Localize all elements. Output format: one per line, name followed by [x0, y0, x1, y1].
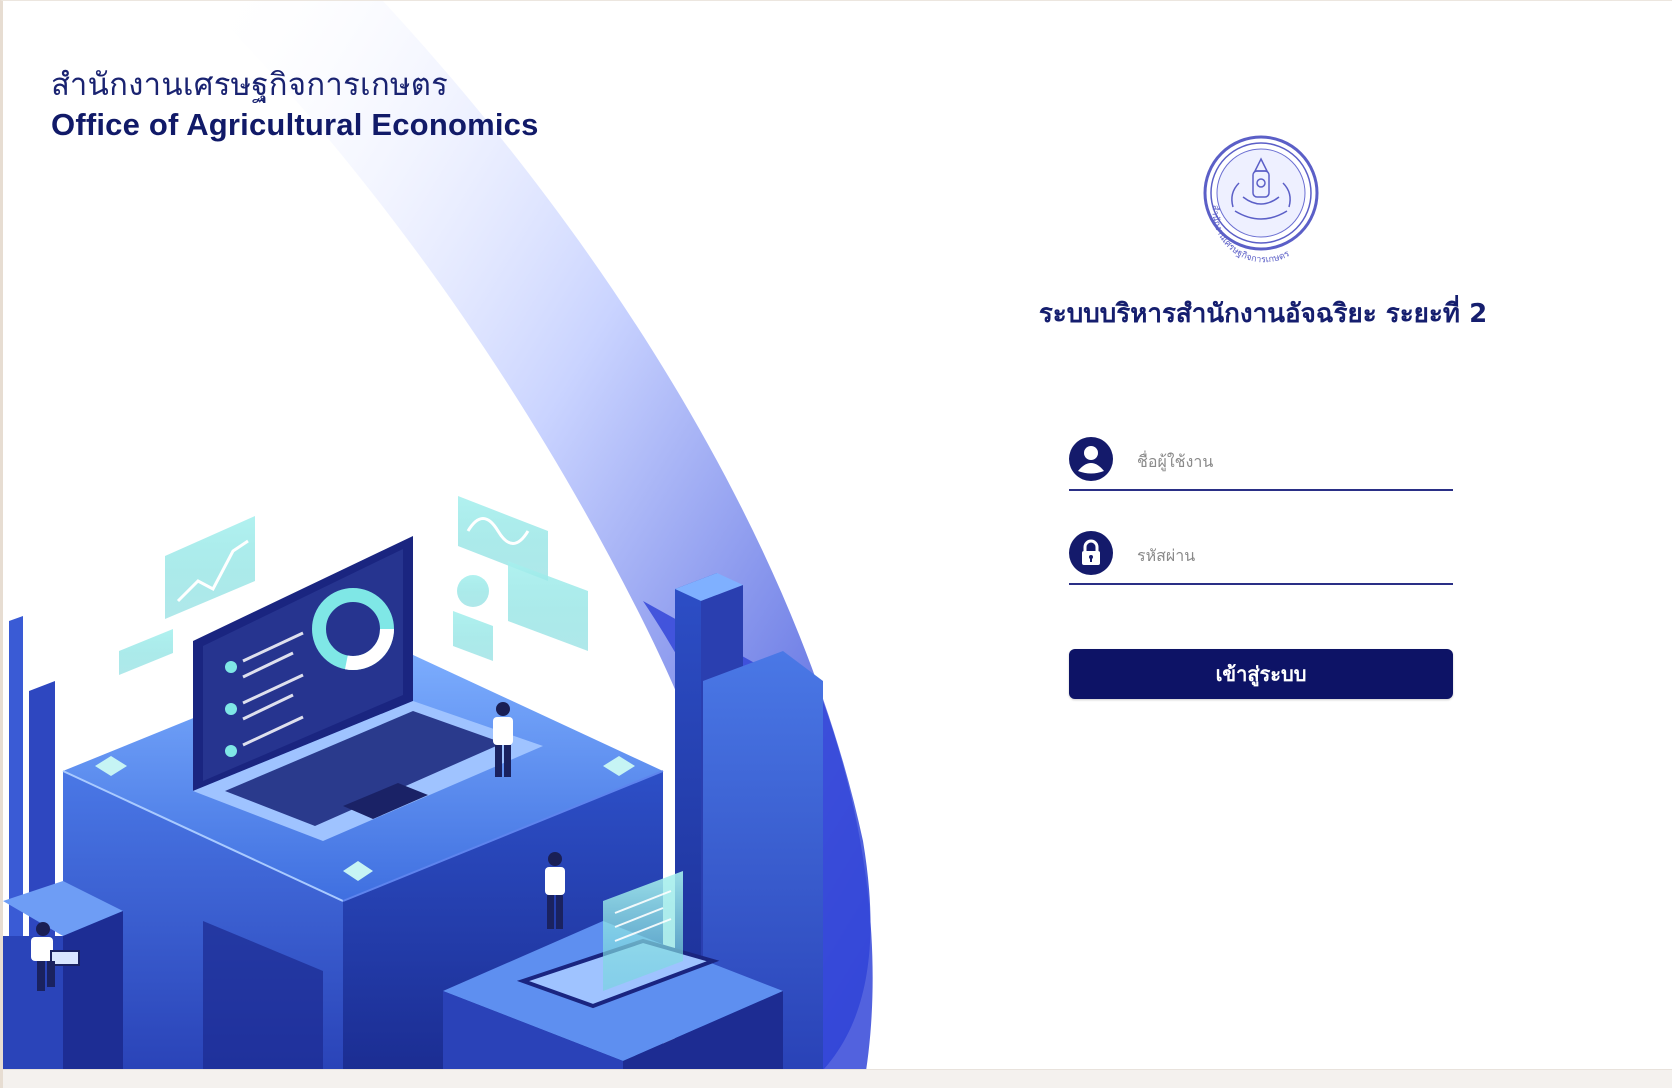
brand-english-name: Office of Agricultural Economics — [51, 107, 539, 142]
username-input[interactable] — [1135, 443, 1439, 479]
brand-heading: สำนักงานเศรษฐกิจการเกษตร Office of Agric… — [51, 65, 539, 145]
lock-icon — [1069, 531, 1113, 575]
oae-seal-icon: สำนักงานเศรษฐกิจการเกษตร — [1195, 131, 1325, 267]
user-icon — [1069, 437, 1113, 481]
login-page: สำนักงานเศรษฐกิจการเกษตร Office of Agric… — [0, 0, 1672, 1088]
password-input[interactable] — [1135, 537, 1439, 573]
brand-thai-name: สำนักงานเศรษฐกิจการเกษตร — [51, 67, 449, 103]
isometric-city-illustration — [3, 1, 873, 1088]
password-field — [1069, 531, 1453, 585]
login-button[interactable]: เข้าสู่ระบบ — [1069, 649, 1453, 699]
bottom-strip — [3, 1069, 1672, 1088]
system-title: ระบบบริหารสำนักงานอัจฉริยะ ระยะที่ 2 — [1038, 299, 1488, 329]
username-field — [1069, 437, 1453, 491]
login-panel: สำนักงานเศรษฐกิจการเกษตร ระบบบริหารสำนัก… — [1003, 1, 1603, 1088]
hero-illustration: สำนักงานเศรษฐกิจการเกษตร Office of Agric… — [3, 1, 883, 1088]
